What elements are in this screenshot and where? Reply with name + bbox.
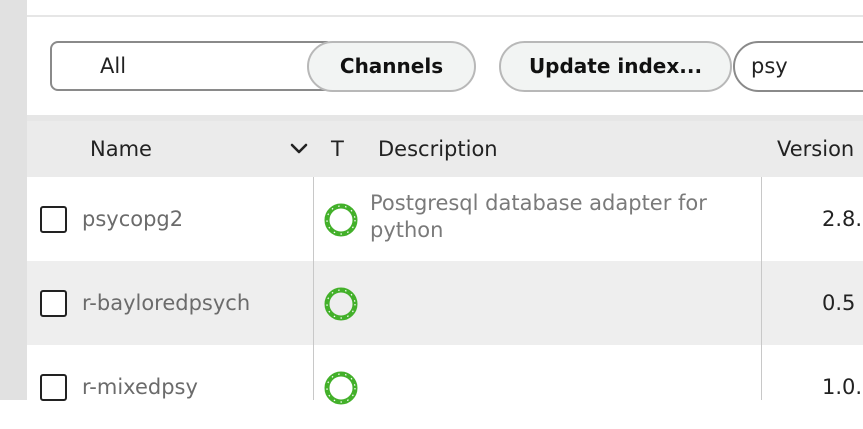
filter-select-value: All: [100, 54, 127, 78]
column-header-version[interactable]: Version: [777, 121, 854, 177]
column-header-name[interactable]: Name: [90, 121, 152, 177]
channels-button[interactable]: Channels: [307, 41, 476, 92]
column-divider: [313, 177, 314, 400]
package-name: r-bayloredpsych: [82, 291, 251, 315]
package-filter-select[interactable]: All: [50, 41, 334, 91]
package-version: 0.5: [822, 291, 856, 315]
top-divider: [27, 15, 863, 17]
table-row: r-bayloredpsych 0.5: [27, 261, 863, 345]
column-header-type[interactable]: T: [331, 121, 344, 177]
conda-icon: [324, 371, 358, 405]
package-checkbox[interactable]: [40, 206, 67, 233]
column-divider: [761, 177, 762, 400]
conda-icon: [324, 287, 358, 321]
package-name: r-mixedpsy: [82, 375, 198, 399]
table-header: Name T Description Version: [27, 121, 863, 177]
package-version: 1.0.0: [822, 375, 863, 399]
update-index-button[interactable]: Update index...: [499, 41, 732, 92]
conda-icon: [324, 203, 358, 237]
package-name: psycopg2: [82, 207, 184, 231]
package-description: Postgresql database adapter for python: [370, 191, 707, 242]
search-packages-input[interactable]: psy: [733, 41, 863, 92]
table-row: psycopg2 Postgresql database adapter for…: [27, 177, 863, 261]
package-checkbox[interactable]: [40, 374, 67, 401]
package-version: 2.8.6: [822, 207, 863, 231]
search-input-value: psy: [751, 54, 788, 78]
table-row: r-mixedpsy 1.0.0: [27, 345, 863, 429]
left-panel-strip: [0, 0, 27, 400]
package-checkbox[interactable]: [40, 290, 67, 317]
chevron-down-icon[interactable]: [289, 139, 309, 159]
column-header-description[interactable]: Description: [378, 121, 498, 177]
